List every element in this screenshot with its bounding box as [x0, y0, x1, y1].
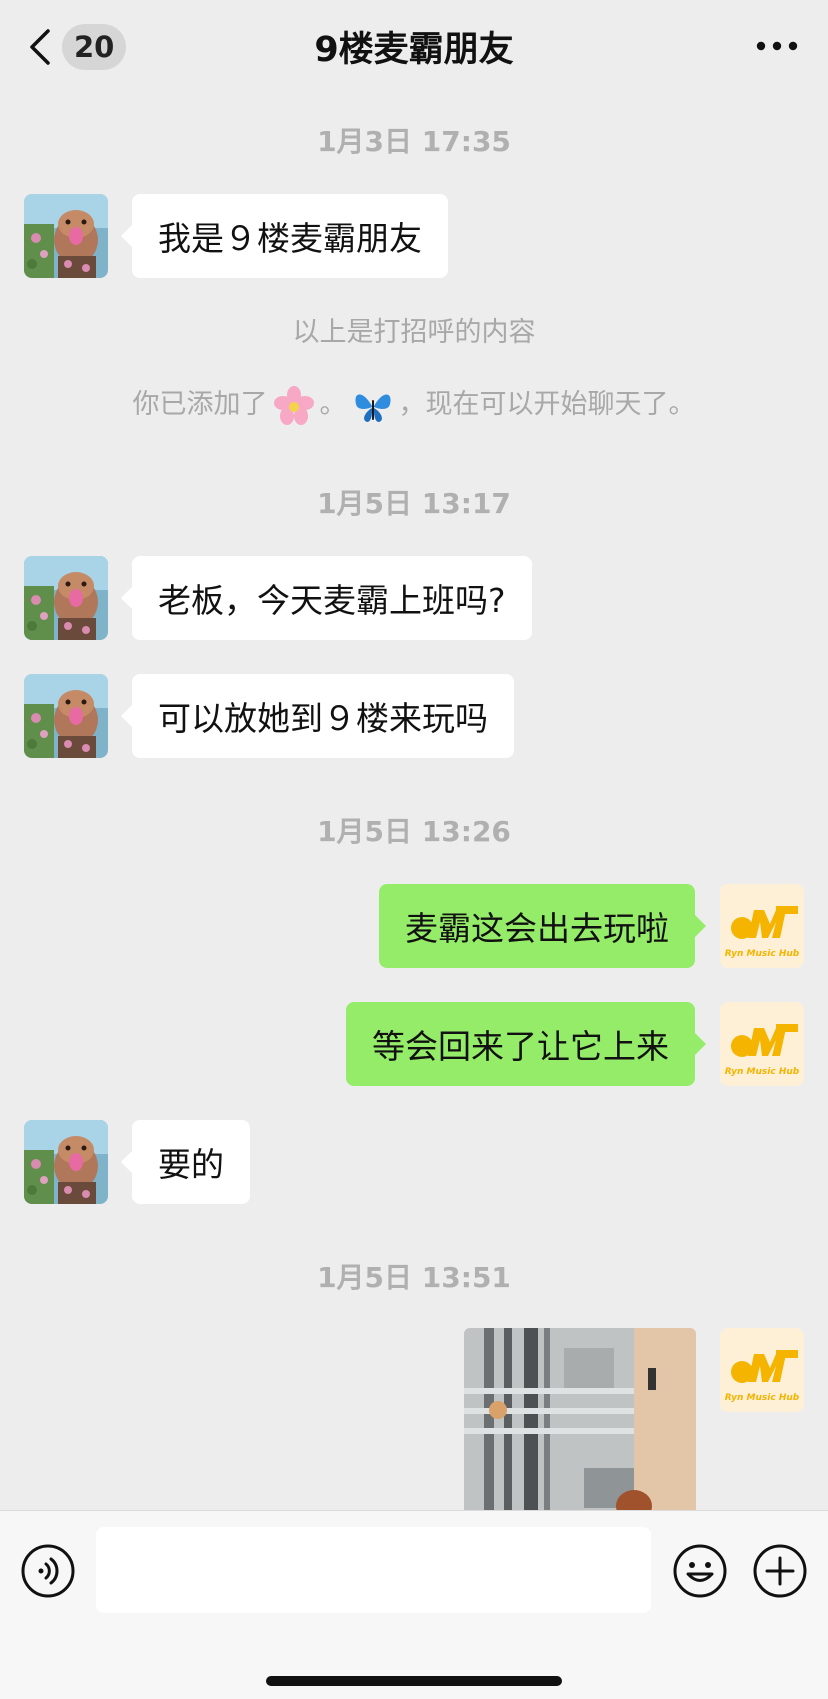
message-bubble-incoming[interactable]: 要的 — [121, 1120, 250, 1204]
contact-avatar[interactable] — [24, 1120, 108, 1204]
contact-avatar[interactable] — [24, 674, 108, 758]
self-avatar[interactable]: Ryn Music Hub — [720, 884, 804, 968]
message-bubble-incoming[interactable]: 可以放她到９楼来玩吗 — [121, 674, 514, 758]
self-avatar-logo-text: Ryn Music Hub — [725, 1393, 800, 1403]
system-notice-text: ，现在可以开始聊天了。 — [398, 389, 696, 420]
image-message[interactable] — [464, 1328, 696, 1510]
message-bubble-outgoing[interactable]: 等会回来了让它上来 — [346, 1002, 706, 1086]
timestamp: 1月5日 13:17 — [317, 487, 511, 520]
message-input[interactable] — [96, 1527, 651, 1613]
message-bubble-incoming[interactable]: 我是９楼麦霸朋友 — [121, 194, 448, 278]
emoji-icon[interactable] — [672, 1543, 728, 1599]
cherry-blossom-icon — [273, 385, 314, 425]
contact-avatar[interactable] — [24, 194, 108, 278]
more-options-icon[interactable] — [754, 28, 800, 64]
self-avatar[interactable]: Ryn Music Hub — [720, 1328, 804, 1412]
home-indicator[interactable] — [266, 1676, 562, 1686]
chat-header: 20 9楼麦霸朋友 — [0, 0, 828, 92]
unread-count-badge: 20 — [62, 24, 127, 70]
self-avatar-logo-text: Ryn Music Hub — [725, 1067, 800, 1077]
chevron-left-icon — [30, 29, 50, 65]
chat-title: 9楼麦霸朋友 — [314, 29, 514, 70]
timestamp: 1月3日 17:35 — [317, 125, 511, 158]
back-button[interactable]: 20 — [28, 22, 127, 72]
timestamp: 1月5日 13:51 — [317, 1261, 511, 1294]
plus-icon[interactable] — [752, 1543, 808, 1599]
self-avatar-logo-text: Ryn Music Hub — [725, 949, 800, 959]
timestamp: 1月5日 13:26 — [317, 815, 511, 848]
system-notice: 以上是打招呼的内容 — [292, 317, 536, 348]
voice-icon[interactable] — [20, 1543, 76, 1599]
input-bar — [0, 1510, 828, 1699]
message-bubble-outgoing[interactable]: 麦霸这会出去玩啦 — [379, 884, 706, 968]
self-avatar[interactable]: Ryn Music Hub — [720, 1002, 804, 1086]
message-list[interactable]: 1月3日 17:35 我是９楼麦霸朋友 以上是打招呼的内容 你已添加了 。 ，现… — [0, 92, 828, 1510]
system-notice-text: 你已添加了 — [132, 389, 268, 420]
system-notice-added: 你已添加了 。 ，现在可以开始聊天了。 — [0, 382, 828, 426]
contact-avatar[interactable] — [24, 556, 108, 640]
system-notice-text: 。 — [319, 389, 347, 420]
message-bubble-incoming[interactable]: 老板，今天麦霸上班吗? — [121, 556, 532, 640]
butterfly-icon — [354, 394, 391, 422]
